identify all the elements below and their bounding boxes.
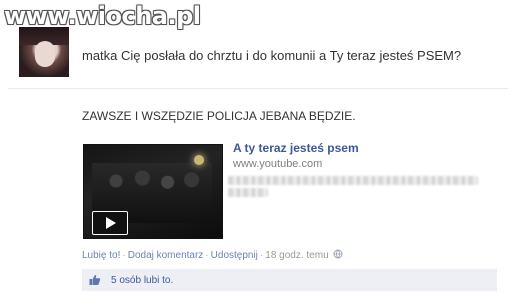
share-link[interactable]: Udostępnij	[211, 250, 258, 261]
likes-bar: 5 osób lubi to.	[82, 269, 497, 291]
shared-link[interactable]: A ty teraz jesteś psem www.youtube.com	[82, 140, 492, 240]
blurred-description-line	[228, 188, 268, 197]
globe-icon	[333, 249, 343, 259]
add-comment-link[interactable]: Dodaj komentarz	[128, 250, 204, 261]
blurred-description-line	[228, 176, 478, 185]
likes-text: 5 osób lubi to.	[111, 275, 174, 286]
post-actions: Lubię to! · Dodaj komentarz · Udostępnij · 18 …	[82, 249, 343, 261]
watermark-text: www.wiocha.pl	[4, 2, 201, 30]
timestamp[interactable]: 18 godz. temu	[265, 250, 328, 261]
play-icon[interactable]	[92, 211, 128, 235]
shared-link-domain: www.youtube.com	[233, 158, 323, 170]
divider	[8, 88, 508, 89]
likers-link[interactable]: 5 osób	[111, 275, 141, 286]
like-link[interactable]: Lubię to!	[82, 250, 120, 261]
post-text: ZAWSZE I WSZĘDZIE POLICJA JEBANA BĘDZIE.	[82, 109, 356, 123]
video-thumbnail[interactable]	[83, 144, 223, 239]
thumbs-up-icon	[89, 274, 101, 285]
avatar[interactable]	[19, 27, 69, 77]
shared-link-title[interactable]: A ty teraz jesteś psem	[233, 141, 359, 155]
comment-text: matka Cię posłała do chrztu i do komunii…	[82, 48, 462, 63]
